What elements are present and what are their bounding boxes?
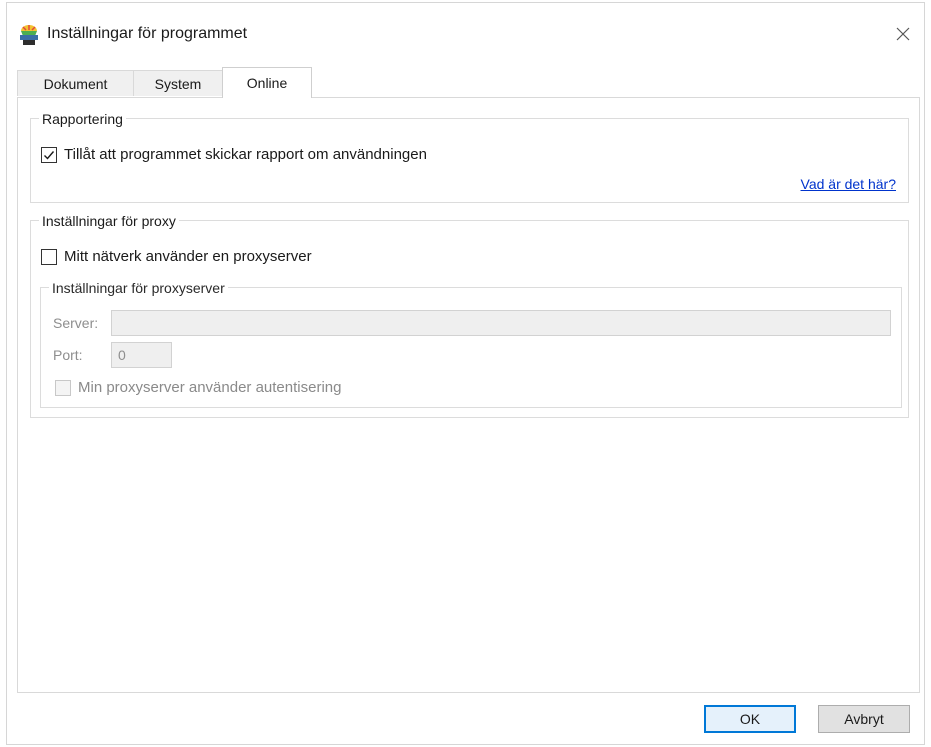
proxy-auth-option[interactable]: Min proxyserver använder autentisering xyxy=(55,379,341,396)
use-proxy-label: Mitt nätverk använder en proxyserver xyxy=(64,248,312,265)
use-proxy-option[interactable]: Mitt nätverk använder en proxyserver xyxy=(41,248,312,265)
proxy-server-group: Inställningar för proxyserver Server: Po… xyxy=(40,279,902,408)
proxy-auth-checkbox[interactable] xyxy=(55,379,71,396)
report-usage-label: Tillåt att programmet skickar rapport om… xyxy=(64,146,427,163)
window-title: Inställningar för programmet xyxy=(47,25,248,42)
tab-dokument[interactable]: Dokument xyxy=(17,70,134,96)
report-usage-checkbox[interactable] xyxy=(41,146,57,163)
dialog-footer: OK Avbryt xyxy=(7,696,924,744)
app-settings-icon xyxy=(20,25,38,45)
tab-panel-online: Rapportering Tillåt att programmet skick… xyxy=(17,97,920,693)
reporting-group: Rapportering Tillåt att programmet skick… xyxy=(30,110,909,203)
cancel-button[interactable]: Avbryt xyxy=(818,705,910,733)
what-is-this-link[interactable]: Vad är det här? xyxy=(801,176,896,192)
checkmark-icon xyxy=(44,150,55,160)
proxy-group: Inställningar för proxy Mitt nätverk anv… xyxy=(30,212,909,418)
proxy-auth-label: Min proxyserver använder autentisering xyxy=(78,379,342,396)
server-input[interactable] xyxy=(111,310,891,336)
port-input[interactable] xyxy=(111,342,172,368)
report-usage-option[interactable]: Tillåt att programmet skickar rapport om… xyxy=(41,146,427,163)
proxy-legend: Inställningar för proxy xyxy=(39,212,179,230)
title-bar: Inställningar för programmet xyxy=(7,3,924,63)
proxy-server-legend: Inställningar för proxyserver xyxy=(49,279,228,297)
tab-online[interactable]: Online xyxy=(222,67,312,98)
tab-system[interactable]: System xyxy=(133,70,223,96)
reporting-legend: Rapportering xyxy=(39,110,126,128)
use-proxy-checkbox[interactable] xyxy=(41,248,57,265)
close-button[interactable] xyxy=(888,19,918,49)
ok-button[interactable]: OK xyxy=(704,705,796,733)
settings-dialog: Inställningar för programmet Dokument Sy… xyxy=(6,2,925,745)
server-label: Server: xyxy=(53,315,99,331)
port-label: Port: xyxy=(53,347,83,363)
close-icon xyxy=(896,27,910,41)
